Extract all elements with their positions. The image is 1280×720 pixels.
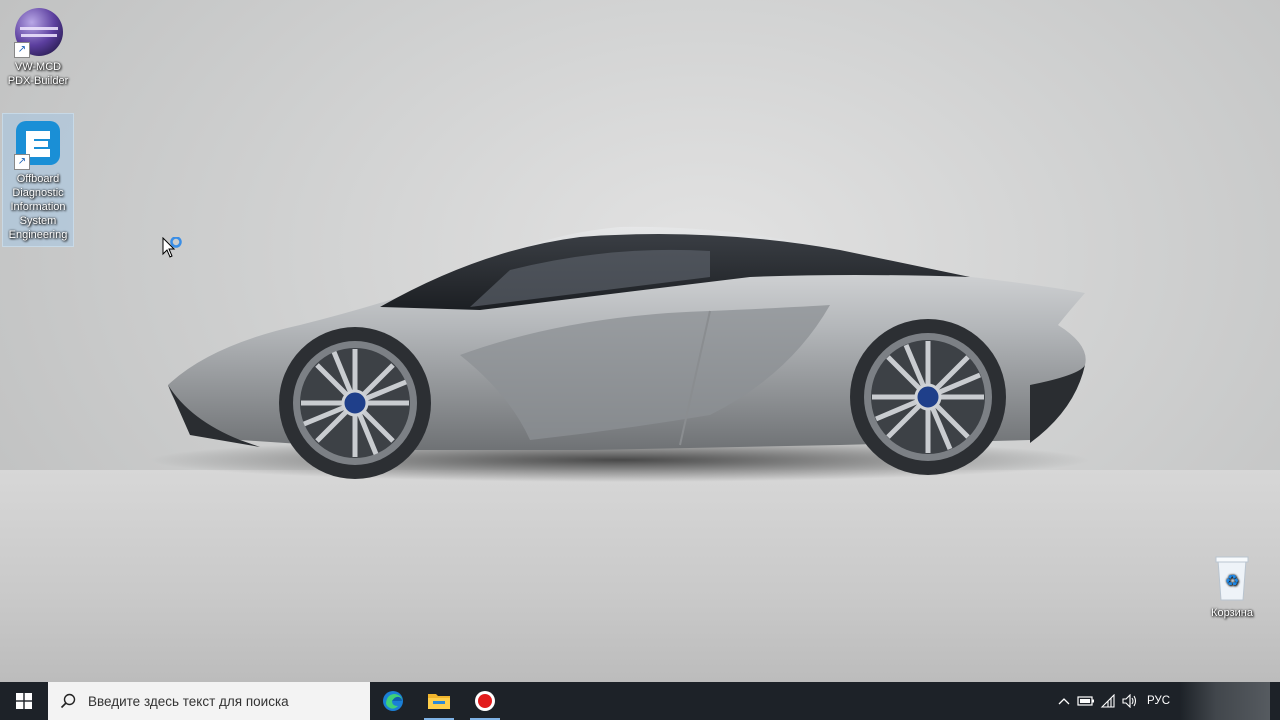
edge-icon bbox=[383, 691, 403, 711]
desktop-icon-label-line3: Information bbox=[10, 201, 66, 213]
volume-icon[interactable] bbox=[1119, 682, 1141, 720]
recycle-bin-icon: ♻ bbox=[1206, 552, 1258, 604]
taskbar-search-box[interactable]: Введите здесь текст для поиска bbox=[48, 682, 370, 720]
desktop-icon-label-line2: PDX-Builder bbox=[7, 75, 69, 87]
wallpaper-sports-car bbox=[150, 226, 1090, 482]
input-language-indicator[interactable]: РУС bbox=[1147, 695, 1170, 707]
desktop-icon-label-line1: Offboard bbox=[16, 173, 60, 185]
windows-logo-icon bbox=[16, 693, 32, 709]
taskbar-app-file-explorer[interactable] bbox=[416, 682, 462, 720]
desktop-icon-odis-engineering[interactable]: ↗ Offboard Diagnostic Information System… bbox=[2, 113, 74, 247]
search-placeholder: Введите здесь текст для поиска bbox=[88, 693, 289, 709]
clock-area-blurred[interactable] bbox=[1180, 682, 1270, 720]
search-icon bbox=[60, 693, 76, 709]
start-button[interactable] bbox=[0, 682, 48, 720]
folder-icon bbox=[428, 694, 450, 709]
desktop-icon-label-line2: Diagnostic bbox=[12, 187, 64, 199]
eclipse-sphere-icon: ↗ bbox=[12, 6, 64, 58]
desktop-icon-label-line5: Engineering bbox=[8, 229, 68, 241]
svg-text:♻: ♻ bbox=[1225, 571, 1239, 590]
battery-icon[interactable] bbox=[1075, 682, 1097, 720]
shortcut-arrow-icon: ↗ bbox=[14, 154, 30, 170]
desktop-icon-pdx-builder[interactable]: ↗ VW-MCD PDX-Builder bbox=[3, 2, 73, 88]
desktop-icon-label: Корзина bbox=[1211, 607, 1253, 619]
system-tray: РУС bbox=[1053, 682, 1280, 720]
shortcut-arrow-icon: ↗ bbox=[14, 42, 30, 58]
wifi-icon[interactable] bbox=[1097, 682, 1119, 720]
desktop-icon-label-line4: System bbox=[19, 215, 57, 227]
taskbar-app-recorder[interactable] bbox=[462, 682, 508, 720]
taskbar-app-edge[interactable] bbox=[370, 682, 416, 720]
taskbar: Введите здесь текст для поиска РУС bbox=[0, 682, 1280, 720]
desktop-icon-label-line1: VW-MCD bbox=[14, 61, 62, 73]
record-icon bbox=[475, 691, 495, 711]
mouse-cursor-busy-icon bbox=[162, 237, 182, 258]
chevron-up-icon[interactable] bbox=[1053, 682, 1075, 720]
odis-e-logo-icon: ↗ bbox=[12, 118, 64, 170]
wallpaper-floor bbox=[0, 470, 1280, 682]
desktop-icon-recycle-bin[interactable]: ♻ Корзина bbox=[1197, 548, 1267, 620]
